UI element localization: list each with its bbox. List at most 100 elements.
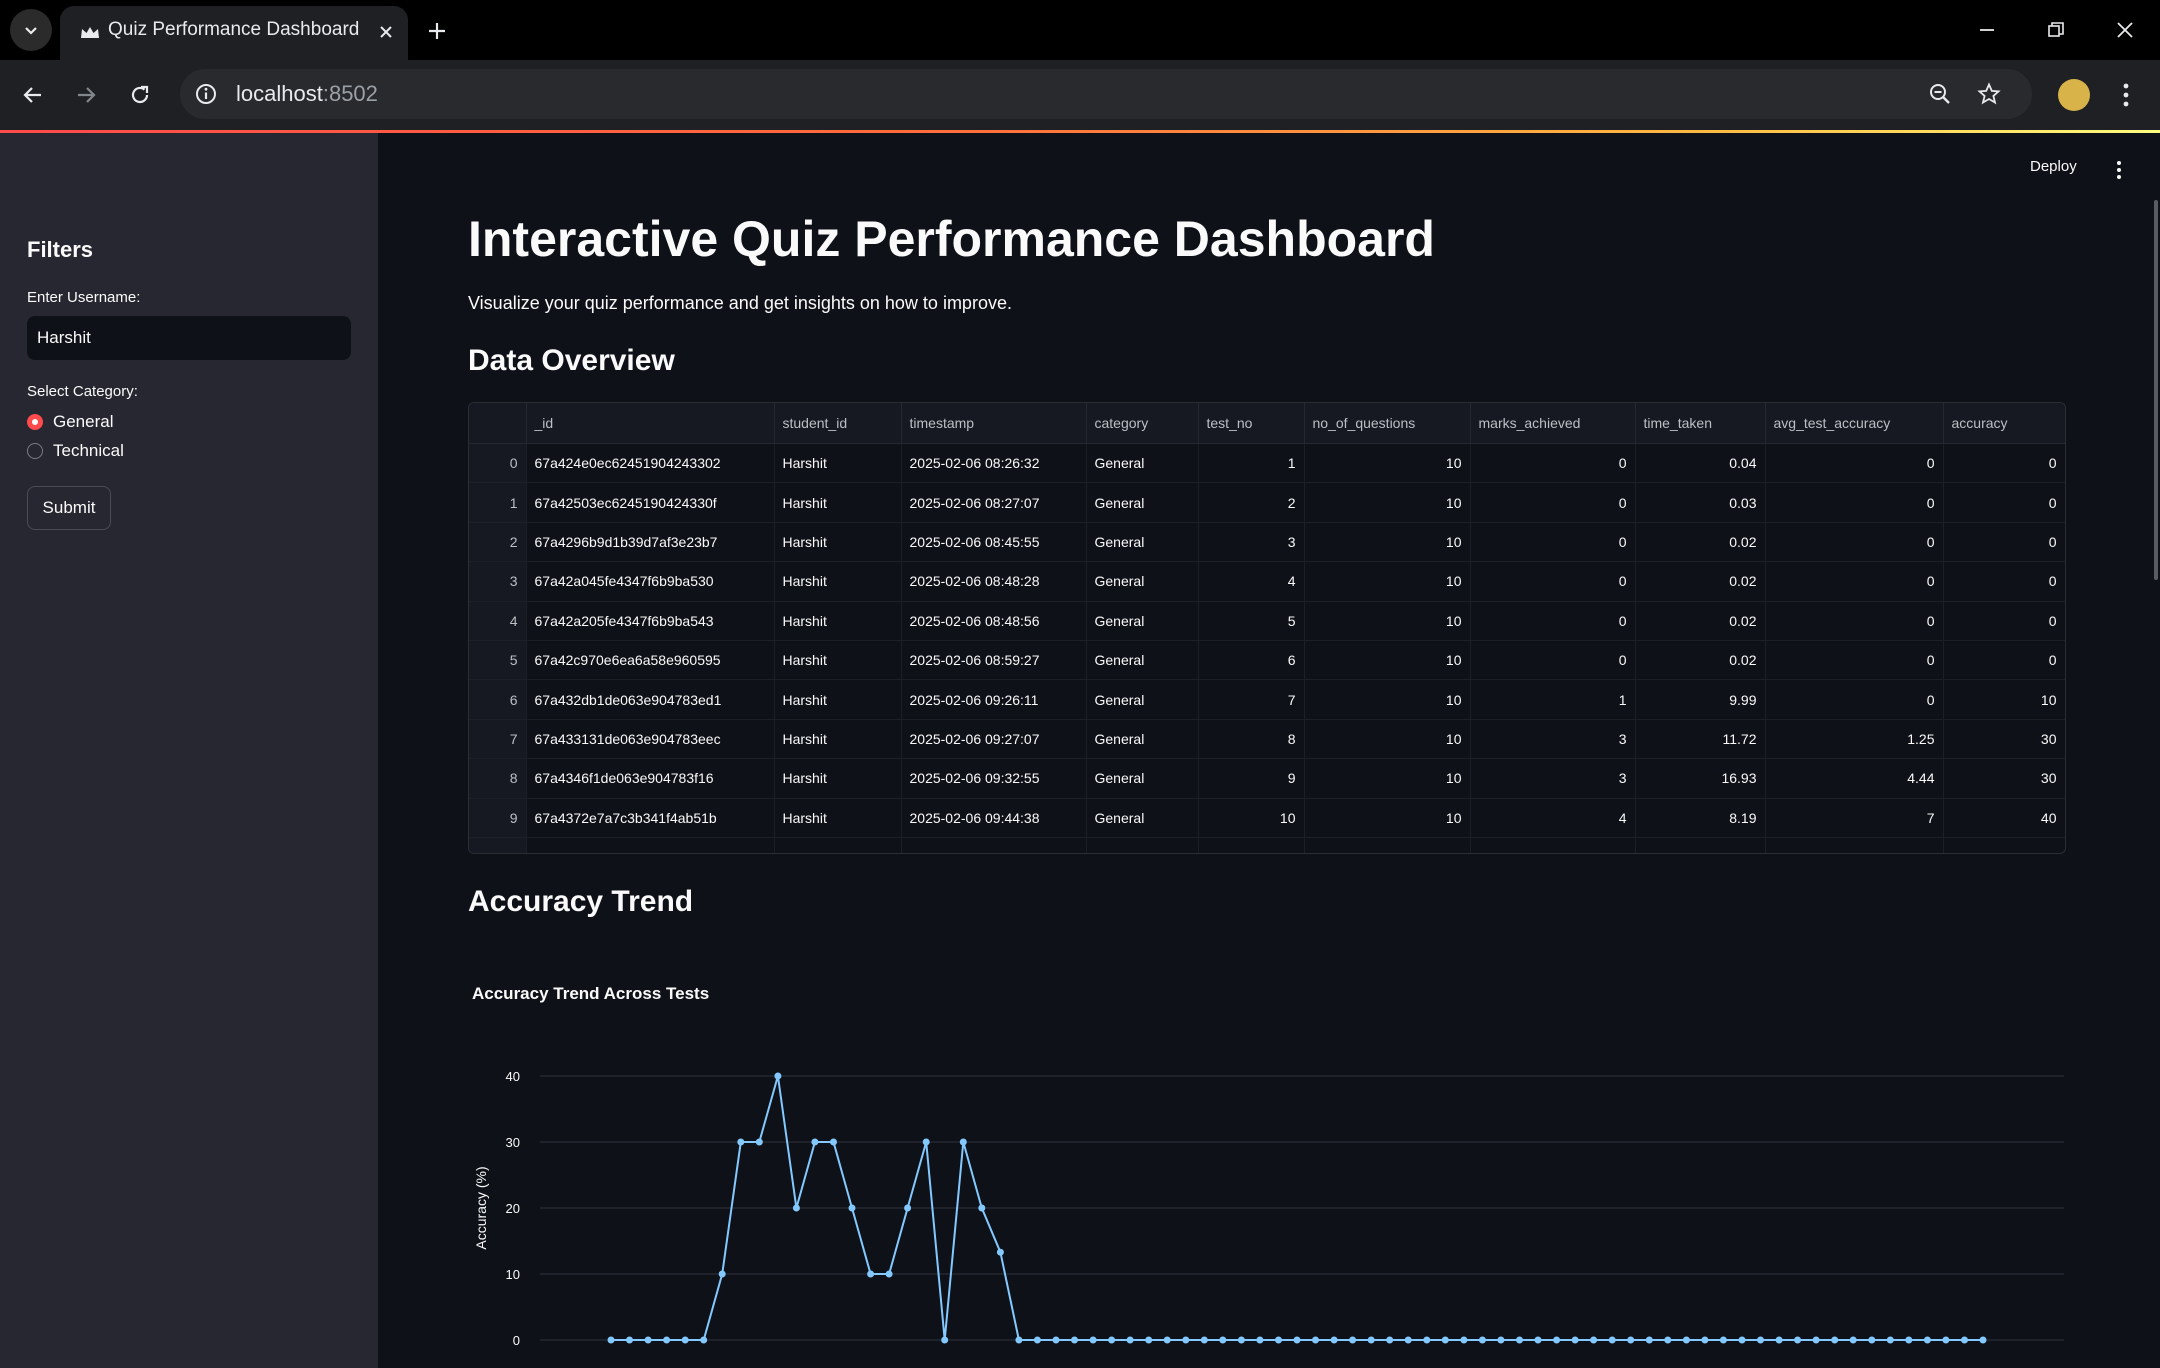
table-cell[interactable]: 0 xyxy=(1765,640,1944,681)
table-cell[interactable]: 67a4296b9d1b39d7af3e23b7 xyxy=(526,522,775,563)
table-cell[interactable]: General xyxy=(1086,640,1199,681)
table-header-timestamp[interactable]: timestamp xyxy=(901,403,1087,444)
table-cell[interactable]: 0 xyxy=(1470,561,1636,602)
chart-data-point[interactable] xyxy=(718,1270,726,1278)
table-cell[interactable] xyxy=(1765,837,1944,853)
close-tab-button[interactable] xyxy=(372,18,400,46)
chart-data-point[interactable] xyxy=(1719,1336,1727,1344)
table-cell[interactable]: Harshit xyxy=(774,719,902,760)
chart-data-point[interactable] xyxy=(1831,1336,1839,1344)
chart-data-point[interactable] xyxy=(1089,1336,1097,1344)
table-cell[interactable]: 2025-02-06 08:48:28 xyxy=(901,561,1087,602)
table-cell[interactable]: 5 xyxy=(1198,601,1305,641)
table-header-student-id[interactable]: student_id xyxy=(774,403,902,444)
data-table-container[interactable]: _id student_id timestamp category test_no no_… xyxy=(468,402,2066,854)
chart-data-point[interactable] xyxy=(1349,1336,1357,1344)
table-cell[interactable]: 1 xyxy=(1470,679,1636,720)
table-cell[interactable]: Harshit xyxy=(774,640,902,681)
chart-data-point[interactable] xyxy=(792,1204,800,1212)
table-cell[interactable]: 10 xyxy=(1304,522,1471,563)
table-cell[interactable]: 0.02 xyxy=(1635,522,1766,563)
table-cell[interactable]: 67a4346f1de063e904783f16 xyxy=(526,758,775,799)
chart-data-point[interactable] xyxy=(811,1138,819,1146)
table-cell[interactable]: 3 xyxy=(1198,522,1305,563)
table-cell[interactable]: Harshit xyxy=(774,561,902,602)
chart-data-point[interactable] xyxy=(1627,1336,1635,1344)
table-cell[interactable]: 0 xyxy=(1470,522,1636,563)
table-cell[interactable]: 7 xyxy=(469,719,527,760)
table-cell[interactable]: 0 xyxy=(1943,640,2065,681)
table-cell[interactable]: General xyxy=(1086,561,1199,602)
table-cell[interactable]: 2025-02-06 09:26:11 xyxy=(901,679,1087,720)
chart-data-point[interactable] xyxy=(959,1138,967,1146)
table-cell[interactable]: 0 xyxy=(1765,601,1944,641)
table-cell[interactable]: 2025-02-06 09:27:07 xyxy=(901,719,1087,760)
table-cell[interactable]: 4.44 xyxy=(1765,758,1944,799)
restore-button[interactable] xyxy=(2034,10,2078,50)
table-cell[interactable]: 0 xyxy=(1765,561,1944,602)
table-cell[interactable]: 8 xyxy=(1198,719,1305,760)
table-cell[interactable]: 0 xyxy=(1943,522,2065,563)
address-bar[interactable]: localhost:8502 xyxy=(180,69,2032,119)
chart-data-point[interactable] xyxy=(607,1336,615,1344)
chart-data-point[interactable] xyxy=(1738,1336,1746,1344)
table-cell[interactable] xyxy=(901,837,1087,853)
chart-data-point[interactable] xyxy=(626,1336,633,1344)
table-cell[interactable]: 8.19 xyxy=(1635,798,1766,838)
radio-option-technical[interactable]: Technical xyxy=(27,441,124,461)
browser-tab-active[interactable]: Quiz Performance Dashboard xyxy=(60,6,408,60)
chart-data-point[interactable] xyxy=(1367,1336,1375,1344)
bookmark-star-icon[interactable] xyxy=(1977,82,2001,106)
chart-data-point[interactable] xyxy=(1033,1336,1041,1344)
table-header-avg-test-accuracy[interactable]: avg_test_accuracy xyxy=(1765,403,1944,444)
table-cell[interactable]: 0 xyxy=(1765,443,1944,484)
chart-data-point[interactable] xyxy=(904,1204,912,1212)
chart-data-point[interactable] xyxy=(681,1336,689,1344)
forward-button[interactable] xyxy=(65,74,107,116)
back-button[interactable] xyxy=(12,74,54,116)
deploy-button[interactable]: Deploy xyxy=(2030,158,2077,175)
chart-data-point[interactable] xyxy=(1293,1336,1301,1344)
chart-data-point[interactable] xyxy=(1145,1336,1153,1344)
table-cell[interactable]: 11.72 xyxy=(1635,719,1766,760)
chart-data-point[interactable] xyxy=(1645,1336,1653,1344)
table-cell[interactable]: 67a42a205fe4347f6b9ba543 xyxy=(526,601,775,641)
table-cell[interactable]: 1.25 xyxy=(1765,719,1944,760)
chart-data-point[interactable] xyxy=(1441,1336,1449,1344)
table-cell[interactable]: General xyxy=(1086,719,1199,760)
table-cell[interactable]: General xyxy=(1086,601,1199,641)
table-cell[interactable]: 10 xyxy=(1304,679,1471,720)
chart-data-point[interactable] xyxy=(1886,1336,1894,1344)
table-cell[interactable]: 2025-02-06 08:45:55 xyxy=(901,522,1087,563)
chart-data-point[interactable] xyxy=(1052,1336,1060,1344)
chart-data-point[interactable] xyxy=(1923,1336,1931,1344)
chart-data-point[interactable] xyxy=(1182,1336,1190,1344)
table-cell[interactable]: Harshit xyxy=(774,758,902,799)
chart-data-point[interactable] xyxy=(737,1138,745,1146)
table-cell[interactable]: 2 xyxy=(1198,482,1305,523)
table-cell[interactable]: Harshit xyxy=(774,522,902,563)
close-window-button[interactable] xyxy=(2103,10,2147,50)
table-cell[interactable]: General xyxy=(1086,798,1199,838)
table-cell[interactable]: 0 xyxy=(1765,522,1944,563)
table-cell[interactable] xyxy=(1304,837,1471,853)
table-cell[interactable]: 2025-02-06 09:32:55 xyxy=(901,758,1087,799)
chart-data-point[interactable] xyxy=(1794,1336,1802,1344)
table-cell[interactable]: 0.03 xyxy=(1635,482,1766,523)
table-cell[interactable] xyxy=(1943,837,2065,853)
chart-data-point[interactable] xyxy=(1460,1336,1468,1344)
table-cell[interactable]: 0 xyxy=(469,443,527,484)
chart-data-point[interactable] xyxy=(1071,1336,1078,1344)
table-cell[interactable]: 7 xyxy=(1198,679,1305,720)
chart-data-point[interactable] xyxy=(1237,1336,1245,1344)
table-header-accuracy[interactable]: accuracy xyxy=(1943,403,2065,444)
table-cell[interactable]: 67a432db1de063e904783ed1 xyxy=(526,679,775,720)
table-cell[interactable]: 0 xyxy=(1765,679,1944,720)
chart-data-point[interactable] xyxy=(1775,1336,1783,1344)
table-cell[interactable]: 3 xyxy=(1470,719,1636,760)
chart-data-point[interactable] xyxy=(1015,1336,1023,1344)
table-cell[interactable]: 5 xyxy=(469,640,527,681)
table-cell[interactable]: 2025-02-06 09:44:38 xyxy=(901,798,1087,838)
table-cell[interactable]: 67a42a045fe4347f6b9ba530 xyxy=(526,561,775,602)
table-cell[interactable]: 0 xyxy=(1765,482,1944,523)
